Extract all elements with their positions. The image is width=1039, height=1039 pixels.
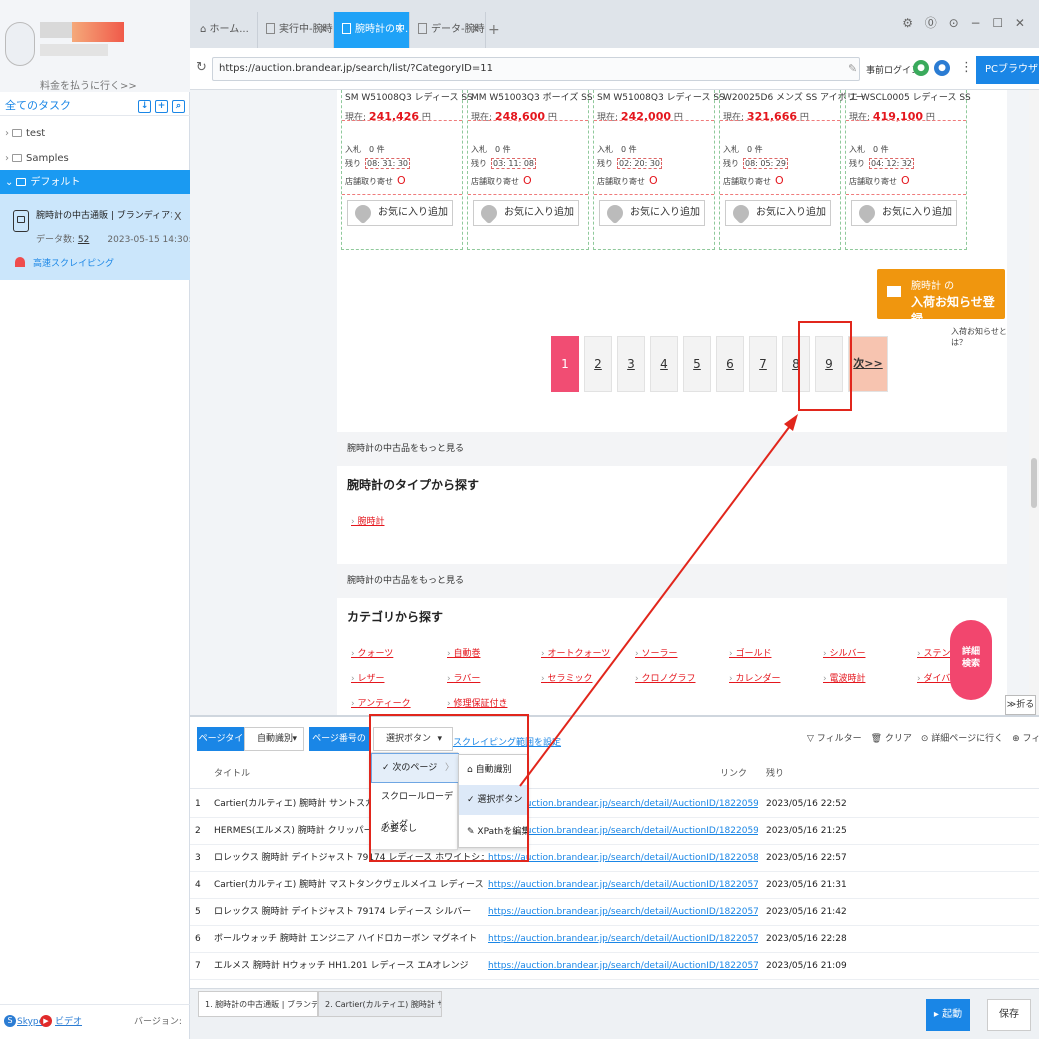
video-link[interactable]: ビデオ	[55, 1005, 82, 1039]
app-window: 料金を払うに行く>> 全てのタスク ↓ + ⌕ › test › Samples ⌄…	[0, 0, 1039, 1039]
sidebar-footer: S Skype ▶ ビデオ バージョン: 3.6.4	[0, 1004, 190, 1039]
account-area: 料金を払うに行く>>	[0, 0, 190, 92]
folder-icon	[12, 154, 22, 162]
search-task-icon[interactable]: ⌕	[172, 99, 185, 113]
task-card[interactable]: 腕時計の中古通販 | ブランディアオークショ... X データ数: 52 202…	[0, 194, 197, 280]
task-meta: データ数: 52 2023-05-15 14:30:0	[36, 235, 198, 245]
video-icon[interactable]: ▶	[40, 1015, 52, 1027]
folder-icon	[12, 129, 22, 137]
tree-item-default[interactable]: ⌄ デフォルト	[0, 170, 190, 195]
data-count[interactable]: 52	[78, 235, 89, 245]
robot-icon	[13, 210, 29, 232]
task-name: 腕時計の中古通販 | ブランディアオークショ...	[36, 211, 172, 221]
chevron-right-icon: ›	[5, 128, 9, 139]
tree-item-samples[interactable]: › Samples	[0, 146, 190, 171]
blurred-badge	[72, 22, 124, 42]
version-label: バージョン: 3.6.4	[134, 1017, 182, 1027]
chevron-right-icon: ›	[5, 153, 9, 164]
main-area: ⌂ ホーム... 実行中-腕時...X 腕時計の中...X データ-腕時...X…	[190, 0, 1039, 1039]
task-toolbar: ↓ + ⌕	[138, 96, 185, 116]
tree-item-test[interactable]: › test	[0, 121, 190, 146]
import-task-icon[interactable]: ↓	[138, 99, 151, 113]
skype-icon[interactable]: S	[4, 1015, 16, 1027]
avatar[interactable]	[5, 22, 35, 66]
blurred-info	[40, 44, 108, 56]
blurred-username	[40, 22, 74, 38]
new-task-icon[interactable]: +	[155, 99, 168, 113]
pay-link[interactable]: 料金を払うに行く>>	[40, 77, 137, 92]
speed-icon	[15, 257, 25, 267]
task-close-button[interactable]: X	[174, 210, 182, 223]
chevron-down-icon: ⌄	[5, 177, 14, 188]
task-mode: 高速スクレイピング	[15, 256, 114, 269]
folder-icon	[16, 178, 27, 186]
sidebar: 料金を払うに行く>> 全てのタスク ↓ + ⌕ › test › Samples ⌄…	[0, 0, 197, 1039]
annotation-arrow	[519, 414, 798, 787]
